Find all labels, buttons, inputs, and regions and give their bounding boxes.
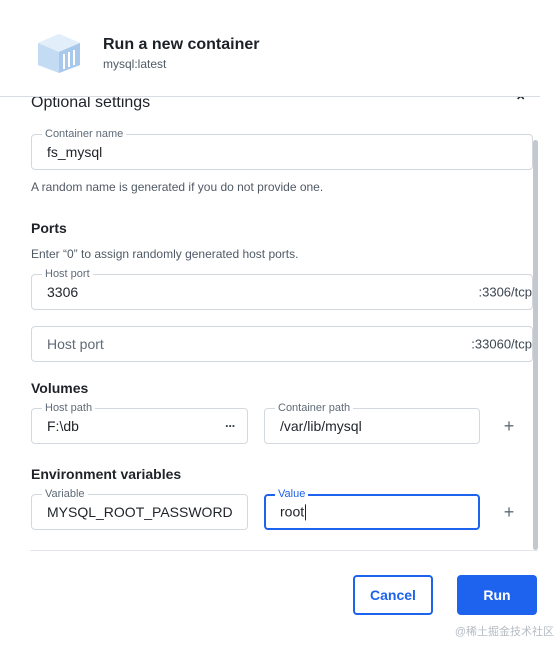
host-port-field-33060[interactable]: Host port :33060/tcp: [31, 326, 533, 362]
container-path-label: Container path: [275, 401, 354, 415]
scrollbar-thumb[interactable]: [533, 140, 538, 550]
env-value-label: Value: [275, 487, 309, 501]
chevron-up-icon[interactable]: ⌃: [514, 97, 528, 111]
text-caret: [305, 504, 307, 521]
settings-scroll-area[interactable]: Optional settings ⌃ Container name fs_my…: [0, 96, 540, 550]
ports-title: Ports: [31, 220, 67, 236]
container-box-icon: [38, 34, 80, 73]
optional-settings-title: Optional settings: [31, 96, 151, 111]
host-port-placeholder: Host port: [47, 336, 104, 352]
dialog-header: Run a new container mysql:latest: [0, 0, 560, 96]
container-path-value: /var/lib/mysql: [280, 418, 362, 434]
env-variable-field[interactable]: Variable MYSQL_ROOT_PASSWORD: [31, 487, 248, 530]
host-port-label: Host port: [42, 267, 93, 281]
env-value-text: root: [280, 503, 305, 520]
container-port-33060: :33060/tcp: [471, 336, 532, 352]
host-path-field[interactable]: Host path F:\db ···: [31, 401, 248, 444]
container-name-label: Container name: [42, 127, 127, 141]
host-port-value: 3306: [47, 284, 79, 300]
dialog-title: Run a new container: [103, 36, 260, 53]
container-path-field[interactable]: Container path /var/lib/mysql: [264, 401, 480, 444]
host-port-field-3306[interactable]: Host port 3306 :3306/tcp: [31, 267, 533, 310]
browse-button[interactable]: ···: [225, 419, 236, 434]
env-title: Environment variables: [31, 466, 182, 482]
image-name: mysql:latest: [103, 57, 167, 71]
host-path-value: F:\db: [47, 418, 79, 434]
env-value-input: root: [280, 503, 307, 521]
container-name-field[interactable]: Container name fs_mysql: [31, 127, 533, 170]
run-button[interactable]: Run: [457, 575, 537, 615]
env-value-field[interactable]: Value root: [264, 487, 480, 530]
container-port-3306: :3306/tcp: [478, 284, 533, 300]
container-name-helper: A random name is generated if you do not…: [31, 180, 324, 194]
add-volume-button[interactable]: +: [501, 417, 517, 435]
add-env-button[interactable]: +: [501, 503, 517, 521]
footer-divider: [30, 550, 538, 551]
container-name-value: fs_mysql: [47, 144, 103, 160]
env-variable-value: MYSQL_ROOT_PASSWORD: [47, 504, 233, 520]
watermark: @稀土掘金技术社区: [454, 626, 554, 638]
host-path-label: Host path: [42, 401, 96, 415]
ports-helper: Enter “0” to assign randomly generated h…: [31, 247, 299, 261]
volumes-title: Volumes: [31, 380, 89, 396]
env-variable-label: Variable: [42, 487, 88, 501]
cancel-button[interactable]: Cancel: [353, 575, 433, 615]
